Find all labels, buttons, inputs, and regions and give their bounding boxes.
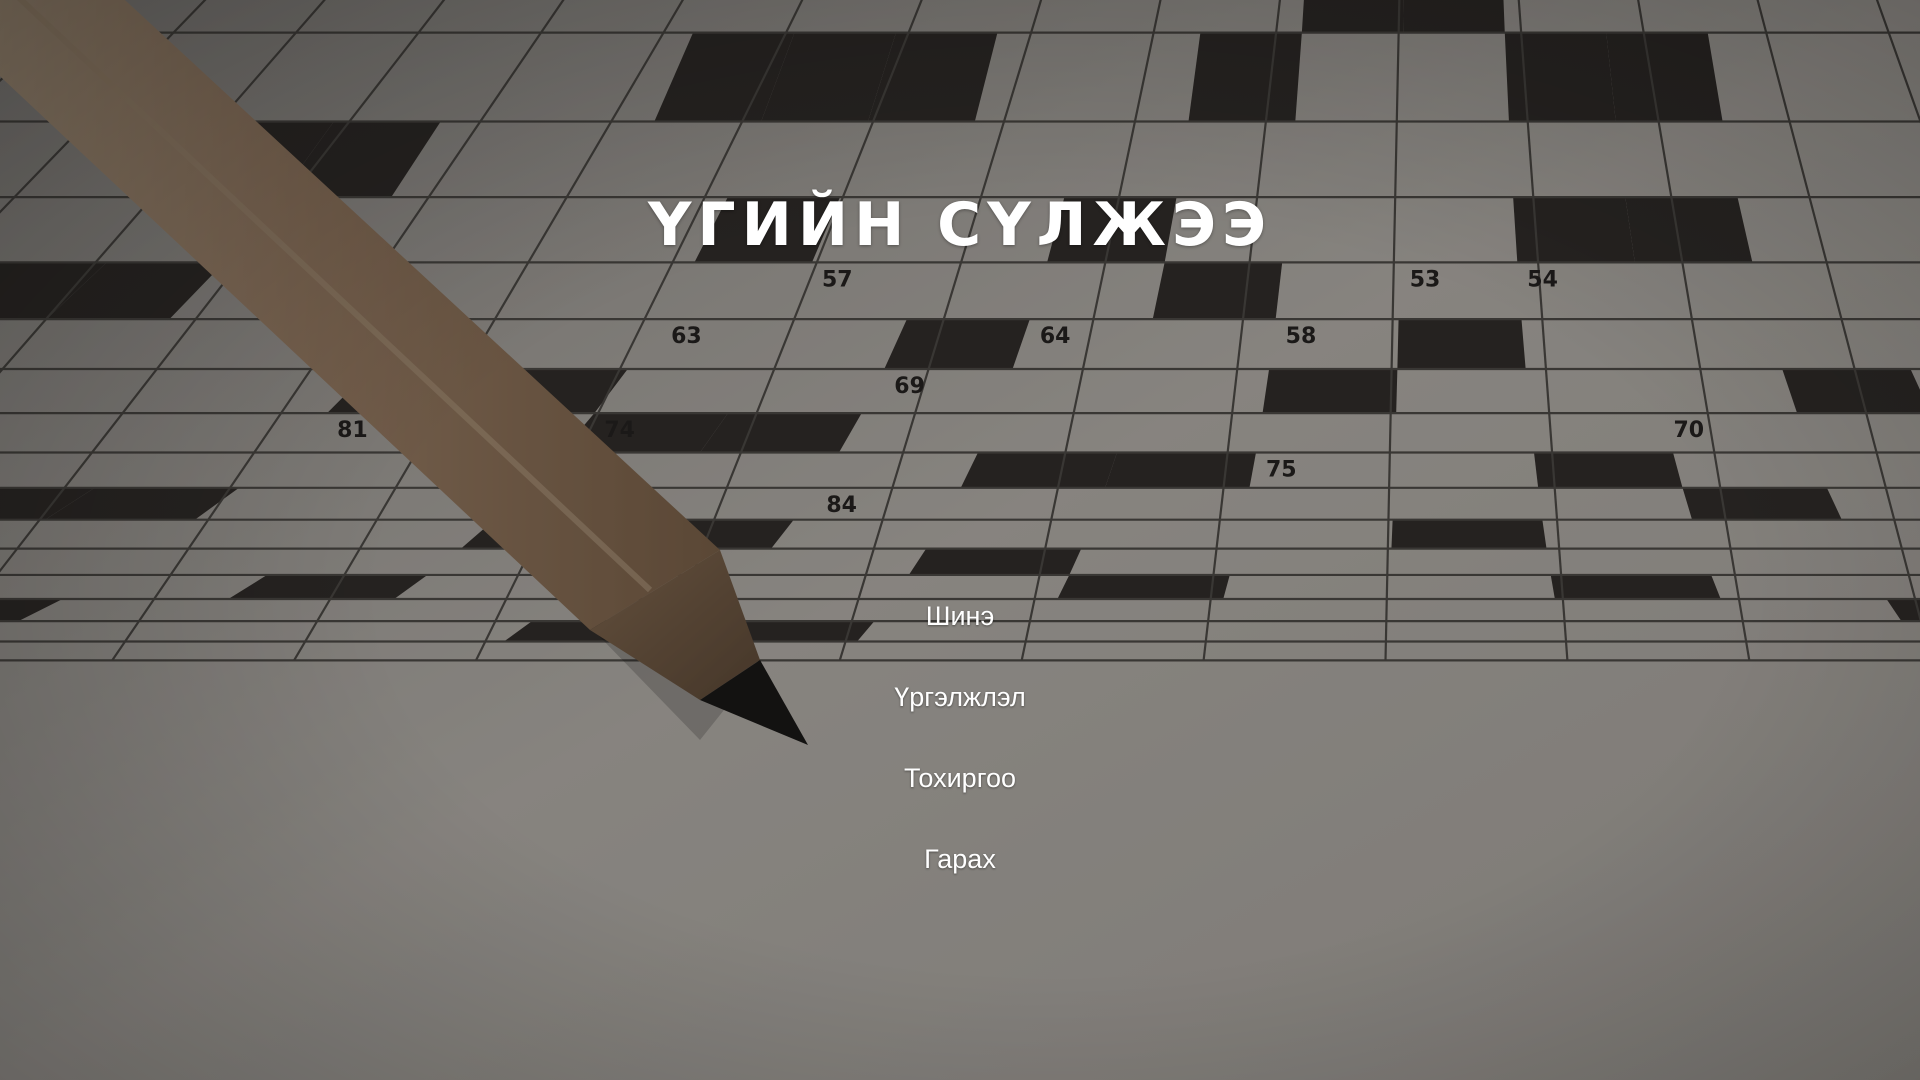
game-title: ҮГИЙН СҮЛЖЭЭ: [647, 190, 1273, 260]
settings-button[interactable]: Тохиргоо: [880, 750, 1040, 807]
new-game-button[interactable]: Шинэ: [902, 588, 1019, 645]
main-menu-screen: 737281887463696458535457707584 ҮГИЙН СҮЛ…: [0, 0, 1920, 1080]
main-menu: Шинэ Үргэлжлэл Тохиргоо Гарах: [760, 588, 1160, 912]
exit-button[interactable]: Гарах: [900, 831, 1020, 888]
continue-button[interactable]: Үргэлжлэл: [870, 669, 1050, 726]
vignette-overlay: [0, 0, 1920, 1080]
